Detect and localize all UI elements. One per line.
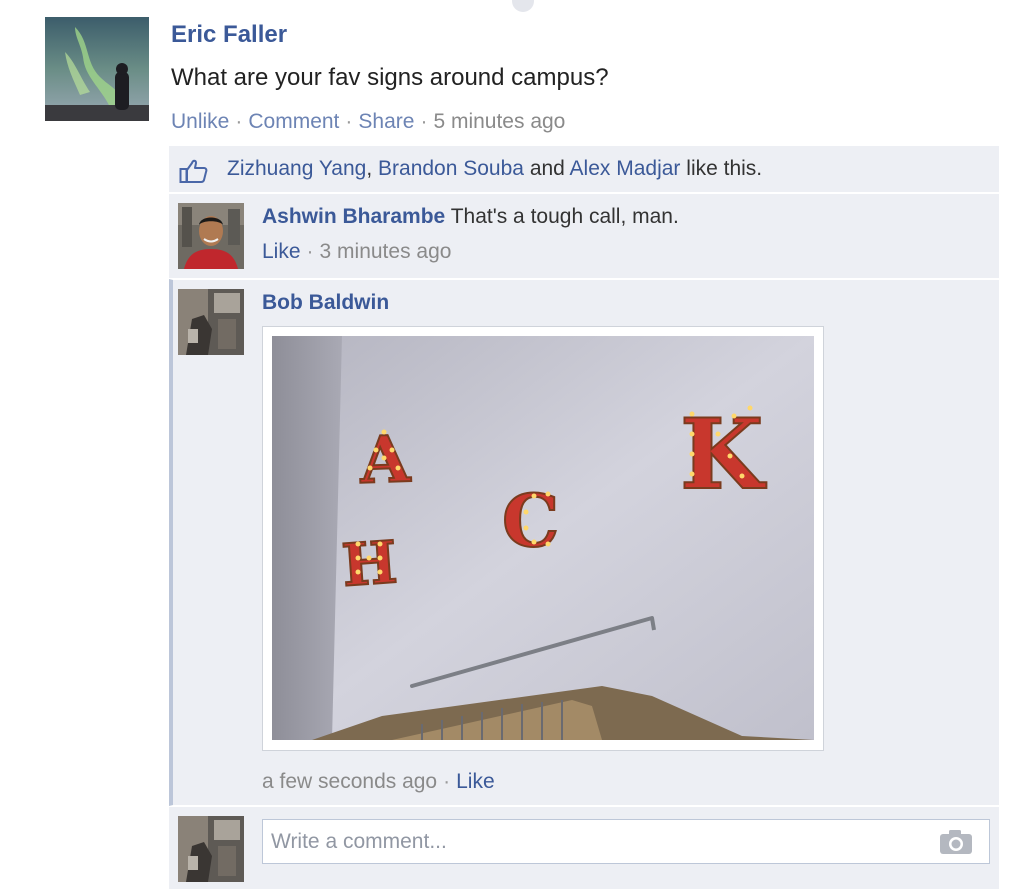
comment-text: That's a tough call, man.	[450, 205, 679, 228]
post-timestamp[interactable]: 5 minutes ago	[433, 110, 565, 133]
marquee-letter-c: C	[502, 478, 559, 563]
marquee-letter-h: H	[340, 528, 399, 600]
comment-link[interactable]: Comment	[248, 110, 339, 133]
comment-input-box[interactable]	[262, 819, 990, 864]
post-author-name[interactable]: Eric Faller	[171, 20, 287, 50]
likes-and: and	[523, 157, 570, 180]
unlike-link[interactable]: Unlike	[171, 110, 229, 133]
post-actions: Unlike · Comment · Share · 5 minutes ago	[171, 108, 565, 136]
likes-row: Zizhuang Yang, Brandon Souba and Alex Ma…	[169, 146, 999, 193]
comment-timestamp[interactable]: 3 minutes ago	[320, 240, 452, 263]
camera-icon[interactable]	[939, 829, 973, 855]
commenter-avatar[interactable]	[178, 203, 244, 269]
comment-composer	[169, 806, 999, 889]
comment-timestamp[interactable]: a few seconds ago	[262, 770, 437, 793]
separator: ·	[443, 770, 451, 793]
likes-sentence: Zizhuang Yang, Brandon Souba and Alex Ma…	[227, 155, 762, 183]
post-author-avatar[interactable]	[45, 17, 149, 121]
photo-image[interactable]: H A C K	[272, 336, 814, 740]
post-text: What are your fav signs around campus?	[171, 64, 609, 91]
thumbs-up-icon	[179, 158, 209, 184]
comment-meta: a few seconds ago · Like	[262, 768, 495, 796]
commenter-avatar[interactable]	[178, 289, 244, 355]
comment-photo[interactable]: H A C K	[262, 326, 824, 751]
likes-suffix: like this.	[680, 157, 763, 180]
separator: ·	[420, 110, 428, 133]
separator: ·	[306, 240, 314, 263]
liker-link[interactable]: Brandon Souba	[378, 157, 524, 180]
scroll-indicator	[512, 0, 534, 12]
separator: ·	[235, 110, 243, 133]
comment-body: Bob Baldwin	[262, 289, 389, 317]
comment-item-highlighted: Bob Baldwin H A C K a few seconds ago · …	[169, 279, 999, 806]
commenter-name[interactable]: Ashwin Bharambe	[262, 205, 445, 228]
comment-body: Ashwin Bharambe That's a tough call, man…	[262, 203, 679, 231]
commenter-name[interactable]: Bob Baldwin	[262, 291, 389, 314]
share-link[interactable]: Share	[358, 110, 414, 133]
like-comment-link[interactable]: Like	[262, 240, 301, 263]
likes-comma: ,	[366, 157, 379, 180]
liker-link[interactable]: Alex Madjar	[570, 157, 681, 180]
comment-meta: Like · 3 minutes ago	[262, 238, 451, 266]
like-comment-link[interactable]: Like	[456, 770, 495, 793]
comment-input[interactable]	[263, 820, 923, 863]
liker-link[interactable]: Zizhuang Yang	[227, 157, 366, 180]
separator: ·	[345, 110, 353, 133]
comment-item: Ashwin Bharambe That's a tough call, man…	[169, 193, 999, 279]
feedback-section: Zizhuang Yang, Brandon Souba and Alex Ma…	[169, 146, 999, 889]
viewer-avatar	[178, 816, 244, 882]
